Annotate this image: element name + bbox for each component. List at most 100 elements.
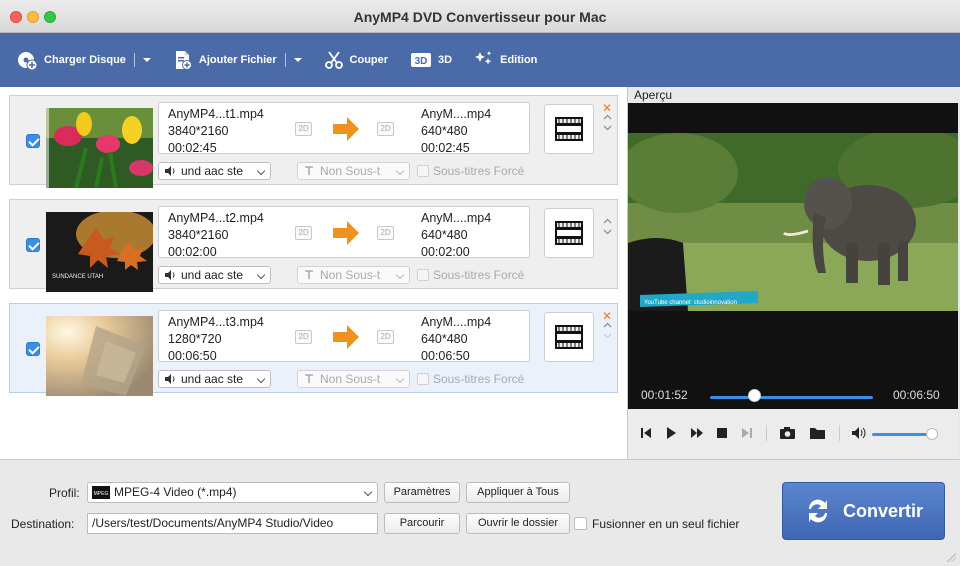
subtitle-value: Non Sous-t	[320, 372, 381, 386]
mpeg-format-icon	[555, 117, 583, 141]
output-format-button[interactable]	[544, 104, 594, 154]
chevron-down-icon[interactable]	[603, 123, 612, 132]
audio-track-select[interactable]: und aac ste	[158, 162, 271, 180]
chevron-up-icon[interactable]	[603, 217, 612, 226]
source-2d-badge: 2D	[295, 226, 312, 240]
seek-handle[interactable]	[748, 389, 761, 402]
browse-button[interactable]: Parcourir	[384, 513, 460, 534]
open-folder-button[interactable]: Ouvrir le dossier	[466, 513, 570, 534]
thumbnail-caption: SUNDANCE UTAH	[52, 274, 103, 280]
profile-select[interactable]: MPEG MPEG-4 Video (*.mp4)	[87, 482, 378, 503]
convert-label: Convertir	[843, 500, 924, 521]
video-player[interactable]: YouTube channel: studioinnovation 00:01:…	[628, 103, 958, 409]
profile-value: MPEG-4 Video (*.mp4)	[114, 485, 237, 499]
add-file-label: Ajouter Fichier	[198, 54, 277, 66]
target-duration: 00:06:50	[421, 349, 470, 363]
chevron-down-icon	[256, 270, 266, 280]
chevron-down-icon	[395, 166, 405, 176]
speaker-icon	[165, 374, 175, 384]
volume-handle[interactable]	[926, 428, 939, 440]
skip-to-start-icon[interactable]	[641, 427, 651, 439]
add-file-button[interactable]: Ajouter Fichier	[173, 45, 302, 75]
merge-checkbox[interactable]	[574, 517, 587, 530]
chevron-up-icon[interactable]	[603, 321, 612, 330]
preview-label: Aperçu	[634, 88, 673, 102]
seek-bar[interactable]	[710, 396, 873, 399]
file-checkbox[interactable]	[26, 342, 40, 356]
apply-to-all-button[interactable]: Appliquer à Tous	[466, 482, 570, 503]
chevron-up-icon[interactable]	[603, 113, 612, 122]
svg-text:MPEG: MPEG	[94, 491, 109, 497]
convert-arrow-icon	[333, 325, 359, 349]
load-disc-dropdown-icon[interactable]	[142, 58, 151, 62]
volume-icon[interactable]	[852, 427, 866, 439]
play-icon[interactable]	[666, 427, 676, 439]
skip-to-end-icon[interactable]	[742, 427, 752, 439]
speaker-icon	[165, 270, 175, 280]
conversion-info: AnyMP4...t3.mp4 1280*720 00:06:50 2D 2D …	[158, 310, 530, 363]
conversion-info: AnyMP4...t1.mp4 3840*2160 00:02:45 2D 2D…	[158, 102, 530, 155]
source-duration: 00:02:45	[168, 141, 217, 155]
scissors-icon	[324, 51, 343, 69]
target-2d-badge: 2D	[377, 226, 394, 240]
video-thumbnail: SUNDANCE UTAH	[46, 212, 153, 292]
chevron-down-icon[interactable]	[603, 331, 612, 340]
subtitle-select[interactable]: Non Sous-t	[297, 370, 410, 388]
convert-arrow-icon	[333, 117, 359, 141]
audio-track-select[interactable]: und aac ste	[158, 370, 271, 388]
subtitle-value: Non Sous-t	[320, 164, 381, 178]
file-item-2[interactable]: SUNDANCE UTAH AnyMP4...t2.mp4 3840*2160 …	[9, 199, 618, 292]
camera-snapshot-icon[interactable]	[780, 427, 795, 439]
subtitle-select[interactable]: Non Sous-t	[297, 162, 410, 180]
speaker-icon	[165, 166, 175, 176]
fast-forward-icon[interactable]	[691, 427, 703, 439]
forced-subtitles-toggle[interactable]: Sous-titres Forcé	[417, 268, 524, 282]
subtitle-value: Non Sous-t	[320, 268, 381, 282]
profile-label: Profil:	[49, 486, 80, 500]
stop-icon[interactable]	[717, 427, 727, 439]
chevron-down-icon	[363, 487, 373, 497]
audio-track-select[interactable]: und aac ste	[158, 266, 271, 284]
destination-input[interactable]: /Users/test/Documents/AnyMP4 Studio/Vide…	[87, 513, 378, 534]
file-checkbox[interactable]	[26, 238, 40, 252]
total-time: 00:06:50	[893, 388, 940, 402]
toolbar: Charger Disque Ajouter Fichier Couper 3D…	[0, 33, 960, 87]
convert-button[interactable]: Convertir	[782, 482, 945, 540]
edit-button[interactable]: Edition	[474, 45, 537, 75]
merge-label: Fusionner en un seul fichier	[592, 517, 740, 531]
source-resolution: 3840*2160	[168, 124, 229, 138]
load-disc-label: Charger Disque	[44, 54, 126, 66]
file-checkbox[interactable]	[26, 134, 40, 148]
target-filename: AnyM....mp4	[421, 211, 492, 225]
subtitle-select[interactable]: Non Sous-t	[297, 266, 410, 284]
mpeg-format-icon	[555, 221, 583, 245]
target-duration: 00:02:00	[421, 245, 470, 259]
settings-button[interactable]: Paramètres	[384, 482, 460, 503]
source-2d-badge: 2D	[295, 330, 312, 344]
output-settings: Profil: MPEG MPEG-4 Video (*.mp4) Paramè…	[0, 459, 960, 566]
forced-subtitles-toggle[interactable]: Sous-titres Forcé	[417, 164, 524, 178]
source-filename: AnyMP4...t2.mp4	[168, 211, 264, 225]
folder-icon[interactable]	[810, 427, 825, 439]
add-file-dropdown-icon[interactable]	[293, 58, 302, 62]
3d-button[interactable]: 3D 3D	[410, 45, 452, 75]
source-resolution: 3840*2160	[168, 228, 229, 242]
video-thumbnail	[46, 316, 153, 396]
text-t-icon	[305, 374, 313, 383]
output-format-button[interactable]	[544, 312, 594, 362]
video-frame: YouTube channel: studioinnovation	[628, 133, 958, 311]
load-disc-button[interactable]: Charger Disque	[16, 45, 151, 75]
forced-subtitles-checkbox[interactable]	[417, 269, 429, 281]
conversion-info: AnyMP4...t2.mp4 3840*2160 00:02:00 2D 2D…	[158, 206, 530, 259]
chevron-down-icon[interactable]	[603, 227, 612, 236]
file-item-1[interactable]: AnyMP4...t1.mp4 3840*2160 00:02:45 2D 2D…	[9, 95, 618, 188]
output-format-button[interactable]	[544, 208, 594, 258]
resize-grip-icon[interactable]	[947, 553, 956, 562]
cut-button[interactable]: Couper	[324, 45, 388, 75]
file-list: AnyMP4...t1.mp4 3840*2160 00:02:45 2D 2D…	[0, 87, 628, 459]
file-item-3[interactable]: AnyMP4...t3.mp4 1280*720 00:06:50 2D 2D …	[9, 303, 618, 396]
forced-subtitles-toggle[interactable]: Sous-titres Forcé	[417, 372, 524, 386]
forced-subtitles-checkbox[interactable]	[417, 373, 429, 385]
forced-subtitles-checkbox[interactable]	[417, 165, 429, 177]
preview-panel: Aperçu YouTube channel: studioinnovation	[628, 87, 960, 459]
